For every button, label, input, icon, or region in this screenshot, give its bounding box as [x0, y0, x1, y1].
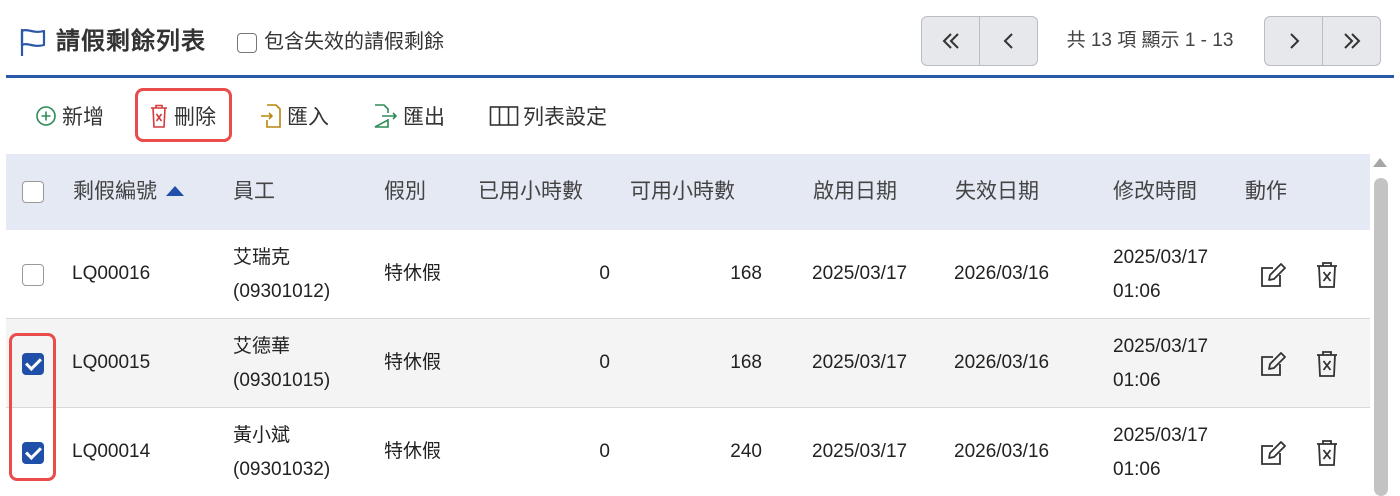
scroll-up-arrow[interactable] — [1373, 158, 1387, 167]
modified-date: 2025/03/17 — [1113, 425, 1209, 446]
import-icon — [261, 104, 281, 128]
modified-time: 01:06 — [1113, 459, 1161, 480]
select-all-checkbox[interactable] — [22, 181, 44, 203]
page-info: 共 13 項 顯示 1 - 13 — [1066, 30, 1234, 51]
chevron-right-icon — [1289, 33, 1299, 49]
selected-checkboxes-highlight — [9, 333, 56, 481]
modified-date: 2025/03/17 — [1113, 247, 1209, 268]
column-header-start-date[interactable]: 啟用日期 — [813, 176, 897, 208]
employee-number: (09301032) — [233, 459, 331, 480]
delete-button-highlight — [135, 88, 232, 142]
column-header-id[interactable]: 剩假編號 — [73, 176, 185, 208]
export-button-label: 匯出 — [403, 106, 445, 129]
employee-name: 艾瑞克 — [233, 247, 291, 268]
employee-name: 黃小斌 — [233, 425, 291, 446]
column-settings-button[interactable]: 列表設定 — [489, 100, 607, 132]
leave-type: 特休假 — [384, 352, 442, 373]
employee-number: (09301012) — [233, 281, 331, 302]
add-button-label: 新增 — [62, 106, 104, 129]
edit-icon[interactable] — [1258, 438, 1288, 468]
import-button-label: 匯入 — [287, 106, 329, 129]
prev-page-button[interactable] — [979, 16, 1038, 66]
column-header-modified[interactable]: 修改時間 — [1113, 176, 1197, 208]
edit-icon[interactable] — [1258, 349, 1288, 379]
modified-time: 01:06 — [1113, 281, 1161, 302]
available-hours: 240 — [730, 441, 762, 462]
columns-icon — [489, 106, 519, 126]
end-date: 2026/03/16 — [954, 263, 1050, 284]
column-header-available-hours[interactable]: 可用小時數 — [630, 176, 735, 208]
include-expired-label[interactable]: 包含失效的請假剩餘 — [264, 26, 444, 58]
column-settings-button-label: 列表設定 — [523, 106, 607, 129]
column-header-used-hours[interactable]: 已用小時數 — [478, 176, 583, 208]
first-page-button[interactable] — [921, 16, 980, 66]
used-hours: 0 — [599, 352, 610, 373]
edit-icon[interactable] — [1258, 260, 1288, 290]
double-chevron-right-icon — [1343, 33, 1360, 49]
row-checkbox[interactable] — [22, 264, 44, 286]
import-button[interactable]: 匯入 — [259, 100, 329, 132]
table-row[interactable]: LQ00014 黃小斌 (09301032) 特休假 0 240 2025/03… — [6, 408, 1370, 496]
employee-name: 艾德華 — [233, 336, 291, 357]
delete-row-icon[interactable] — [1312, 438, 1342, 468]
end-date: 2026/03/16 — [954, 352, 1050, 373]
flag-icon — [20, 29, 46, 56]
page-title: 請假剩餘列表 — [56, 28, 206, 55]
chevron-left-icon — [1003, 33, 1013, 49]
table-row[interactable]: LQ00016 艾瑞克 (09301012) 特休假 0 168 2025/03… — [6, 230, 1370, 319]
column-header-actions: 動作 — [1245, 180, 1287, 203]
next-page-button[interactable] — [1264, 16, 1323, 66]
export-button[interactable]: 匯出 — [373, 100, 445, 132]
column-header-leave-type[interactable]: 假別 — [384, 176, 426, 208]
delete-row-icon[interactable] — [1312, 260, 1342, 290]
start-date: 2025/03/17 — [812, 352, 908, 373]
start-date: 2025/03/17 — [812, 263, 908, 284]
used-hours: 0 — [599, 441, 610, 462]
end-date: 2026/03/16 — [954, 441, 1050, 462]
available-hours: 168 — [730, 263, 762, 284]
employee-number: (09301015) — [233, 370, 331, 391]
sort-ascending-icon — [165, 186, 184, 196]
export-icon — [374, 104, 398, 128]
column-header-employee[interactable]: 員工 — [233, 176, 275, 208]
column-header-id-label: 剩假編號 — [73, 180, 157, 203]
start-date: 2025/03/17 — [812, 441, 908, 462]
double-chevron-left-icon — [942, 33, 959, 49]
last-page-button[interactable] — [1322, 16, 1381, 66]
leave-type: 特休假 — [384, 263, 442, 284]
add-button[interactable]: 新增 — [34, 100, 104, 132]
leave-id: LQ00014 — [72, 441, 151, 462]
available-hours: 168 — [730, 352, 762, 373]
table-header: 剩假編號 員工 假別 已用小時數 可用小時數 啟用日期 失效日期 修改時間 動作 — [6, 154, 1370, 230]
used-hours: 0 — [599, 263, 610, 284]
modified-time: 01:06 — [1113, 370, 1161, 391]
page-header: 請假剩餘列表 包含失效的請假剩餘 共 13 項 顯示 1 - 13 — [0, 0, 1400, 78]
modified-date: 2025/03/17 — [1113, 336, 1209, 357]
leave-id: LQ00016 — [72, 263, 151, 284]
leave-type: 特休假 — [384, 441, 442, 462]
pagination: 共 13 項 顯示 1 - 13 — [921, 16, 1381, 66]
table-row[interactable]: LQ00015 艾德華 (09301015) 特休假 0 168 2025/03… — [6, 319, 1370, 408]
include-expired-checkbox[interactable] — [237, 33, 257, 53]
plus-circle-icon — [36, 106, 56, 126]
delete-row-icon[interactable] — [1312, 349, 1342, 379]
leave-id: LQ00015 — [72, 352, 151, 373]
vertical-scrollbar[interactable] — [1374, 178, 1388, 496]
column-header-end-date[interactable]: 失效日期 — [955, 176, 1039, 208]
